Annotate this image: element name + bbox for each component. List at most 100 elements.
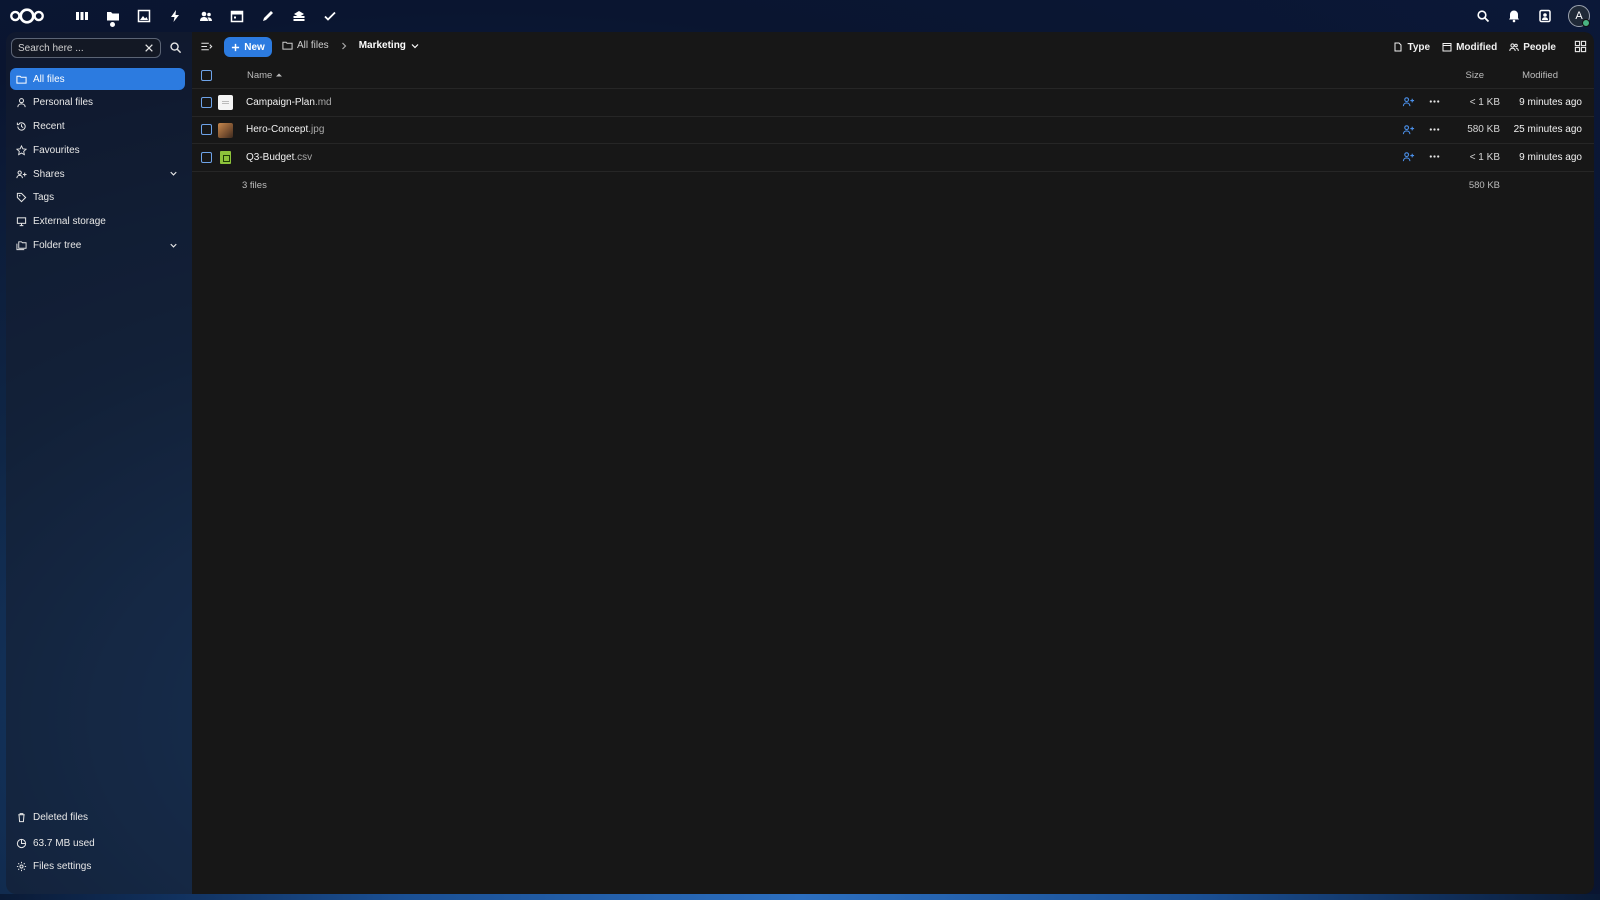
breadcrumb: All files Marketing — [282, 40, 424, 51]
sidebar-item-deleted-files[interactable]: Deleted files — [10, 806, 185, 828]
grid-view-toggle[interactable] — [1574, 40, 1588, 54]
folder-icon — [106, 12, 119, 21]
sort-ascending-icon — [276, 73, 283, 77]
file-icon — [1394, 42, 1402, 52]
sidebar-item-shares[interactable]: Shares — [10, 163, 185, 185]
notes-app-button[interactable] — [252, 0, 283, 32]
breadcrumb-label: All files — [297, 40, 329, 51]
filter-label: Type — [1407, 41, 1431, 53]
new-button-label: New — [244, 41, 265, 53]
toggle-navigation-button[interactable] — [200, 40, 214, 54]
settings-section: Files settings — [10, 855, 185, 877]
chevron-down-icon — [411, 43, 419, 48]
sidebar-item-files-settings[interactable]: Files settings — [10, 855, 185, 877]
contacts-menu-icon — [1538, 9, 1551, 23]
calendar-icon — [230, 10, 243, 23]
share-button[interactable] — [1402, 123, 1416, 137]
actions-menu-button[interactable] — [1428, 123, 1442, 137]
filter-modified-button[interactable]: Modified — [1442, 38, 1497, 56]
sort-by-modified-button[interactable]: Modified — [1522, 70, 1558, 81]
plus-icon — [232, 43, 240, 51]
sidebar-item-label: Folder tree — [33, 240, 82, 252]
user-avatar[interactable]: A — [1568, 5, 1590, 27]
calendar-app-button[interactable] — [221, 0, 252, 32]
share-button[interactable] — [1402, 150, 1416, 164]
contacts-app-button[interactable] — [190, 0, 221, 32]
activity-app-button[interactable] — [159, 0, 190, 32]
sort-by-name-button[interactable]: Name — [247, 70, 283, 81]
actions-menu-button[interactable] — [1428, 95, 1442, 109]
contacts-menu-button[interactable] — [1529, 0, 1560, 32]
monitor-icon — [16, 217, 27, 227]
more-horizontal-icon — [1429, 100, 1440, 103]
sidebar-item-recent[interactable]: Recent — [10, 116, 185, 138]
share-icon — [1402, 97, 1415, 107]
tag-icon — [16, 193, 27, 203]
sidebar-item-tags[interactable]: Tags — [10, 187, 185, 209]
file-name[interactable]: Q3-Budget.csv — [246, 152, 312, 163]
files-toolbar: New All files Marketing Type Modified Pe… — [192, 32, 1594, 62]
file-size: < 1 KB — [1469, 96, 1500, 108]
table-row[interactable]: Hero-Concept.jpg 580 KB 25 minutes ago — [192, 117, 1594, 144]
search-submit-button[interactable] — [169, 41, 183, 55]
sort-by-size-button[interactable]: Size — [1466, 70, 1484, 81]
file-basename: Q3-Budget — [246, 151, 295, 163]
sidebar-item-label: Shares — [33, 168, 65, 180]
search-input[interactable] — [18, 42, 136, 54]
quota-label: 63.7 MB used — [33, 837, 95, 849]
notifications-button[interactable] — [1498, 0, 1529, 32]
close-icon — [145, 44, 153, 52]
filter-type-button[interactable]: Type — [1393, 38, 1430, 56]
storage-quota[interactable]: 63.7 MB used — [10, 832, 185, 854]
folder-icon — [16, 75, 27, 84]
nextcloud-logo[interactable] — [8, 0, 48, 32]
select-all-checkbox[interactable] — [201, 69, 212, 81]
row-checkbox[interactable] — [201, 96, 212, 108]
file-name[interactable]: Campaign-Plan.md — [246, 97, 332, 108]
files-app-button[interactable] — [97, 0, 128, 32]
filter-label: Modified — [1456, 41, 1498, 53]
breadcrumb-all-files[interactable]: All files — [282, 40, 329, 51]
filter-label: People — [1523, 41, 1556, 53]
clear-search-button[interactable] — [142, 41, 156, 55]
tasks-app-button[interactable] — [314, 0, 345, 32]
sidebar-item-external-storage[interactable]: External storage — [10, 211, 185, 233]
chevron-down-icon[interactable] — [168, 168, 179, 179]
sidebar-item-label: Deleted files — [33, 811, 89, 823]
file-name[interactable]: Hero-Concept.jpg — [246, 124, 324, 135]
menu-open-icon — [201, 42, 213, 51]
spreadsheet-file-icon — [218, 150, 233, 165]
share-button[interactable] — [1402, 95, 1416, 109]
sidebar-item-label: Files settings — [33, 860, 92, 872]
sidebar-item-all-files[interactable]: All files — [10, 68, 185, 90]
filter-people-button[interactable]: People — [1509, 38, 1556, 56]
photos-app-button[interactable] — [128, 0, 159, 32]
file-extension: .md — [314, 96, 332, 108]
new-button[interactable]: New — [224, 37, 272, 57]
top-header: A — [0, 0, 1600, 32]
sidebar-item-folder-tree[interactable]: Folder tree — [10, 235, 185, 257]
trash-icon — [18, 812, 25, 822]
row-checkbox[interactable] — [201, 124, 212, 136]
table-row[interactable]: Q3-Budget.csv < 1 KB 9 minutes ago — [192, 144, 1594, 172]
dashboard-app-button[interactable] — [66, 0, 97, 32]
bell-icon — [1508, 10, 1519, 23]
sidebar-item-favourites[interactable]: Favourites — [10, 139, 185, 161]
deck-app-button[interactable] — [283, 0, 314, 32]
share-icon — [1402, 124, 1415, 134]
column-header-name: Name — [247, 69, 273, 81]
table-row[interactable]: Campaign-Plan.md < 1 KB 9 minutes ago — [192, 89, 1594, 117]
chevron-down-icon[interactable] — [168, 240, 179, 251]
sidebar-item-personal-files[interactable]: Personal files — [10, 92, 185, 114]
actions-menu-button[interactable] — [1428, 150, 1442, 164]
history-icon — [16, 122, 26, 131]
people-icon — [1509, 43, 1520, 52]
quota-section: 63.7 MB used — [10, 832, 185, 854]
desktop-background-strip — [0, 894, 1600, 900]
breadcrumb-label: Marketing — [358, 40, 406, 51]
row-checkbox[interactable] — [201, 151, 212, 163]
share-icon — [16, 170, 27, 178]
sidebar-item-label: Recent — [33, 121, 65, 133]
breadcrumb-current-folder[interactable]: Marketing — [359, 40, 424, 51]
unified-search-button[interactable] — [1467, 0, 1498, 32]
